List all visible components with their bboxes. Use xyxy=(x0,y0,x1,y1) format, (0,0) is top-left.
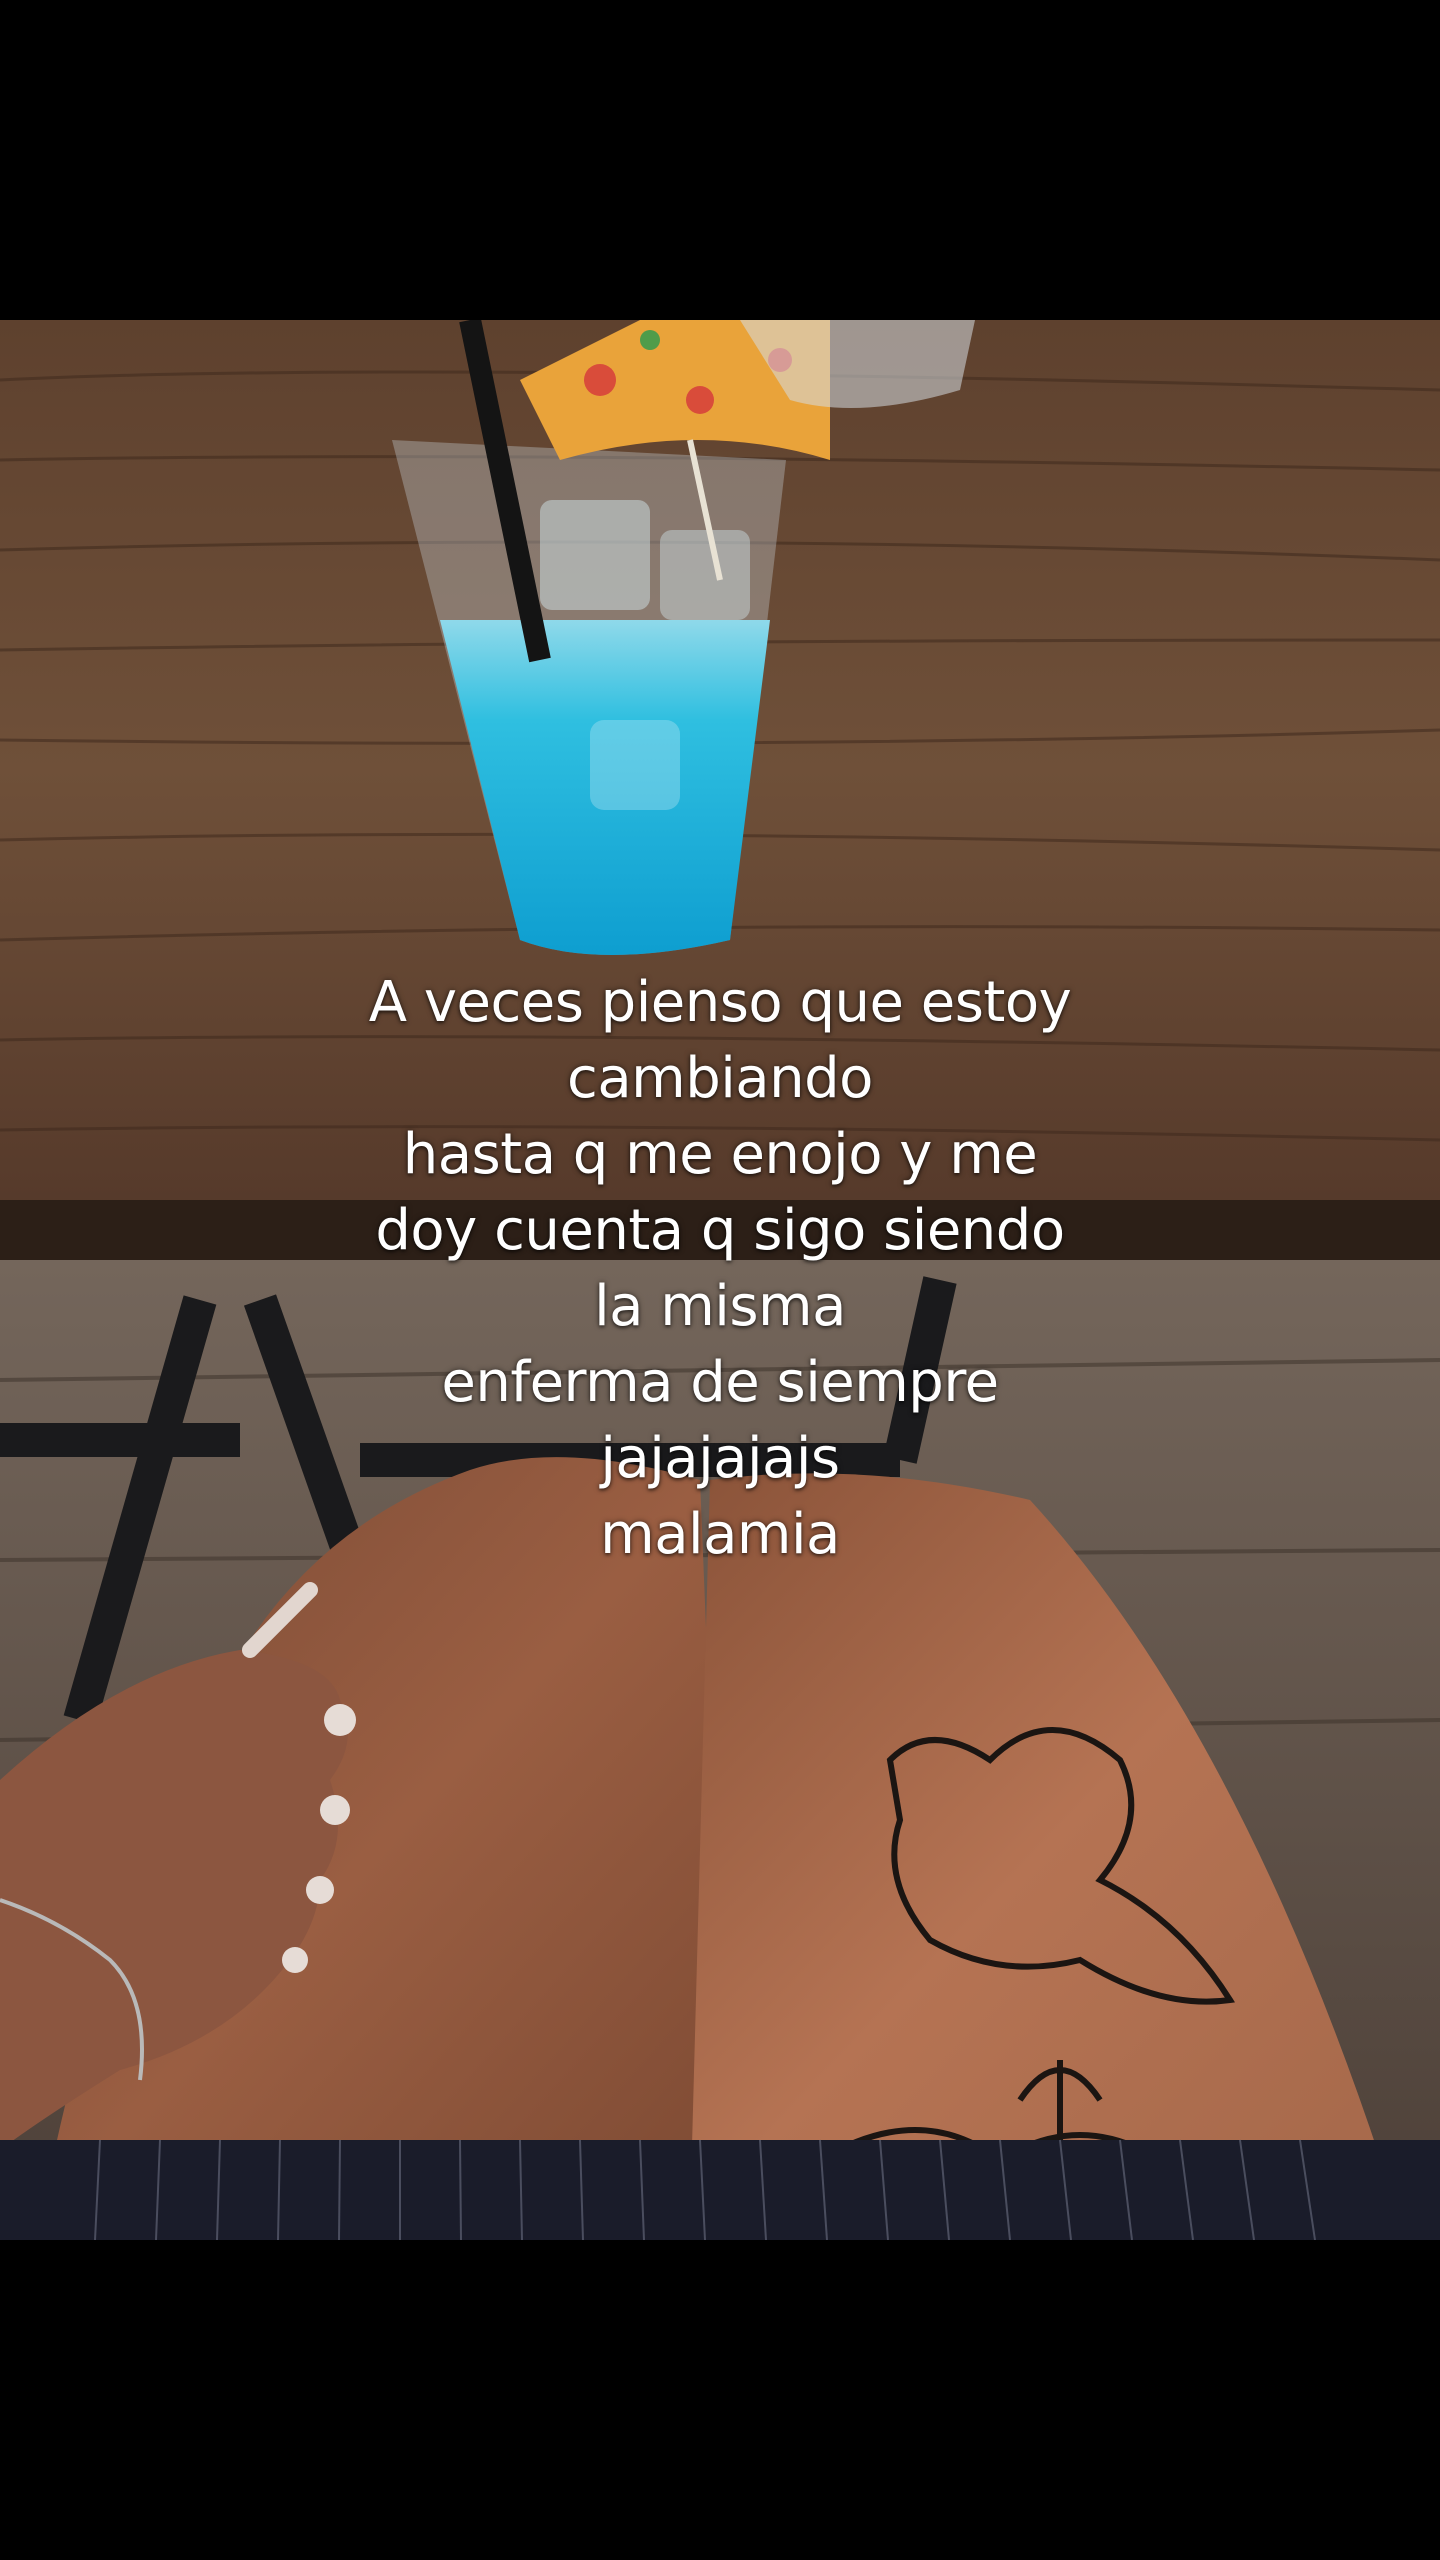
caption-line: la misma xyxy=(594,1274,846,1339)
caption-line: doy cuenta q sigo siendo xyxy=(375,1198,1065,1263)
caption-line: jajajajajs xyxy=(600,1426,840,1491)
caption-line: enferma de siempre xyxy=(441,1350,999,1415)
caption-line: malamia xyxy=(600,1502,840,1567)
caption-line: hasta q me enojo y me xyxy=(402,1122,1038,1187)
caption-line: A veces pienso que estoy xyxy=(368,970,1072,1035)
caption-line: cambiando xyxy=(567,1046,873,1111)
skirt xyxy=(0,2140,1440,2240)
caption-text: A veces pienso que estoy cambiando hasta… xyxy=(0,965,1440,1573)
